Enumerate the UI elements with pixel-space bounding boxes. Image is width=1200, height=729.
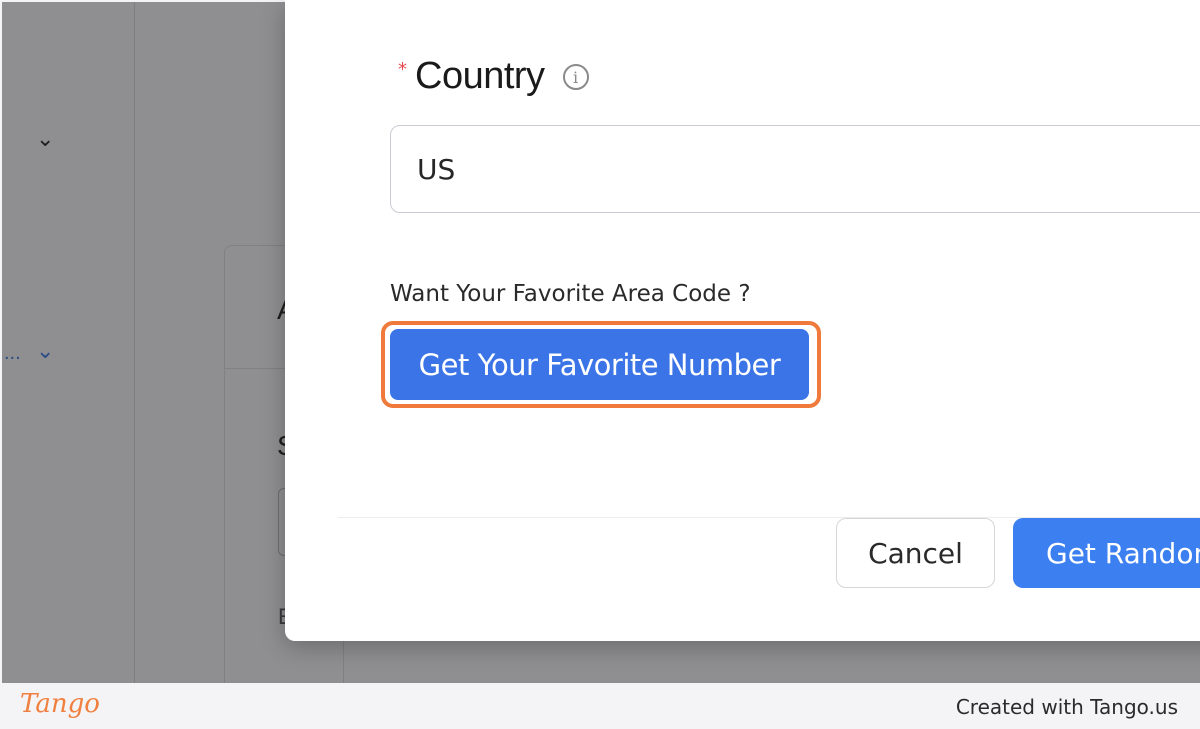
tango-footer-bar: Tango Created with Tango.us [0, 683, 1200, 729]
chevron-down-icon[interactable]: ⌄ [36, 128, 54, 150]
country-field-label: * Country i [398, 55, 589, 98]
cancel-button[interactable]: Cancel [836, 518, 995, 588]
get-favorite-number-button[interactable]: Get Your Favorite Number [390, 329, 809, 400]
area-code-prompt: Want Your Favorite Area Code ? [390, 281, 751, 307]
screenshot-stage: ⌄ ... ⌄ A S E * Country i Want Your Favo… [0, 0, 1200, 729]
required-marker: * [398, 59, 407, 80]
chevron-down-icon[interactable]: ⌄ [36, 340, 54, 362]
tango-logo: Tango [20, 689, 100, 719]
country-input[interactable] [390, 125, 1200, 213]
truncated-text-ellipsis: ... [4, 342, 21, 364]
sidebar-divider [134, 2, 135, 683]
get-random-button[interactable]: Get Random [1013, 518, 1200, 588]
tango-credit: Created with Tango.us [955, 695, 1178, 719]
info-circle-icon[interactable]: i [562, 64, 589, 90]
country-label: Country [415, 55, 545, 97]
